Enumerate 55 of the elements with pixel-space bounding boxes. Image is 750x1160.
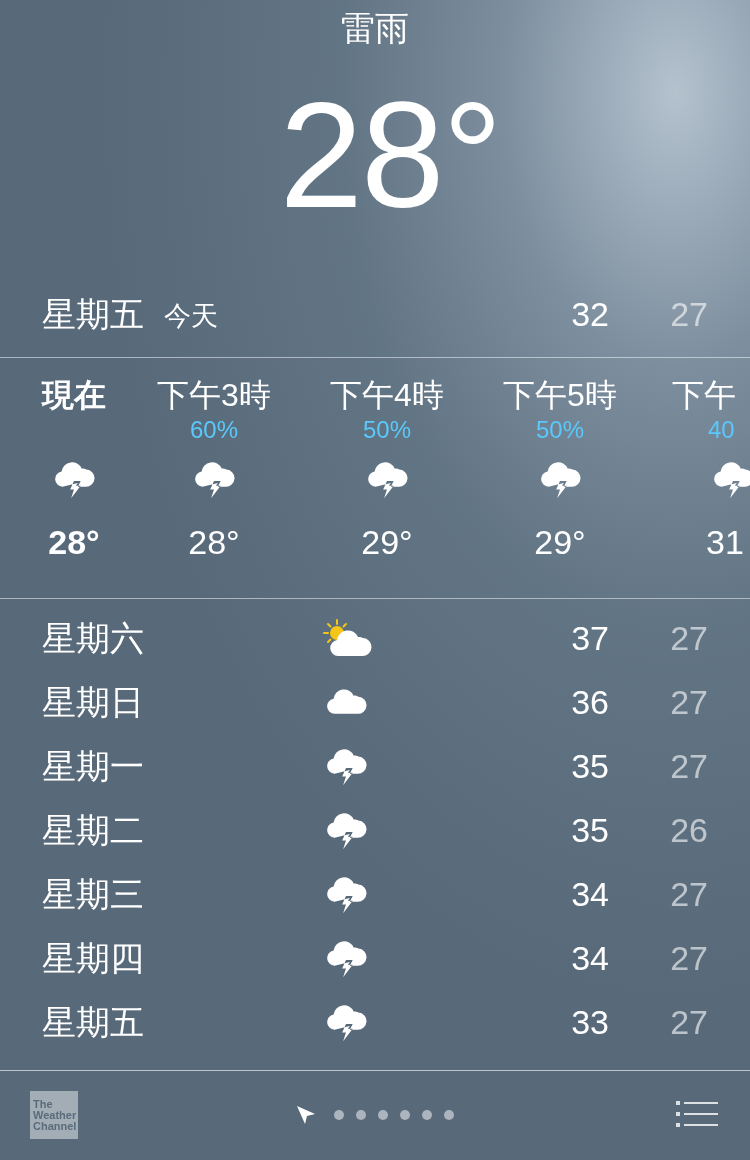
thunder-cloud-icon xyxy=(324,938,367,978)
low-temperature: 27 xyxy=(669,873,708,915)
location-arrow-icon[interactable] xyxy=(296,1104,316,1125)
precipitation-chance: 50% xyxy=(362,415,411,445)
high-temperature: 32 xyxy=(570,293,609,335)
day-label: 星期日 xyxy=(42,681,145,723)
low-temperature: 27 xyxy=(669,745,708,787)
high-temperature: 36 xyxy=(570,681,609,723)
current-temperature: 28° xyxy=(278,70,501,240)
hourly-temperature: 28° xyxy=(48,522,100,562)
thunder-cloud-icon xyxy=(712,459,750,499)
today-label: 今天 xyxy=(164,299,218,333)
thunder-cloud-icon xyxy=(193,459,235,499)
low-temperature: 27 xyxy=(669,937,708,979)
day-label: 星期二 xyxy=(42,809,145,851)
weather-channel-logo[interactable]: The Weather Channel xyxy=(30,1091,78,1139)
hour-label: 下午5時 xyxy=(503,376,617,415)
high-temperature: 34 xyxy=(570,937,609,979)
high-temperature: 34 xyxy=(570,873,609,915)
day-label: 星期五 xyxy=(42,1001,145,1043)
hour-label: 現在 xyxy=(42,376,106,415)
thunder-cloud-icon xyxy=(366,459,408,499)
high-temperature: 33 xyxy=(570,1001,609,1043)
thunder-cloud-icon xyxy=(324,810,367,850)
thunder-cloud-icon xyxy=(53,459,95,499)
low-temperature: 26 xyxy=(669,809,708,851)
thunder-cloud-icon xyxy=(324,1002,367,1042)
precipitation-chance: 50% xyxy=(535,415,584,445)
high-temperature: 35 xyxy=(570,809,609,851)
thunder-cloud-icon xyxy=(324,746,367,786)
thunder-cloud-icon xyxy=(324,874,367,914)
hourly-temperature: 31 xyxy=(705,522,744,562)
hour-label: 下午4時 xyxy=(330,376,444,415)
thunder-cloud-icon xyxy=(539,459,581,499)
low-temperature: 27 xyxy=(669,293,708,335)
hourly-temperature: 29° xyxy=(534,522,586,562)
high-temperature: 35 xyxy=(570,745,609,787)
low-temperature: 27 xyxy=(669,1001,708,1043)
precipitation-chance: 60% xyxy=(189,415,238,445)
day-label: 星期六 xyxy=(42,617,145,659)
hourly-temperature: 28° xyxy=(188,522,240,562)
list-icon[interactable] xyxy=(676,1101,718,1127)
day-label: 星期四 xyxy=(42,937,145,979)
day-label: 星期五 xyxy=(42,293,144,335)
low-temperature: 27 xyxy=(669,681,708,723)
high-temperature: 37 xyxy=(570,617,609,659)
precipitation-chance: 40 xyxy=(707,415,735,445)
low-temperature: 27 xyxy=(669,617,708,659)
weather-condition: 雷雨 xyxy=(341,8,409,48)
hourly-temperature: 29° xyxy=(361,522,413,562)
cloud-icon xyxy=(324,688,367,716)
day-label: 星期三 xyxy=(42,873,145,915)
hour-label: 下午3時 xyxy=(157,376,271,415)
hour-label: 下午 xyxy=(672,376,736,415)
day-label: 星期一 xyxy=(42,745,145,787)
